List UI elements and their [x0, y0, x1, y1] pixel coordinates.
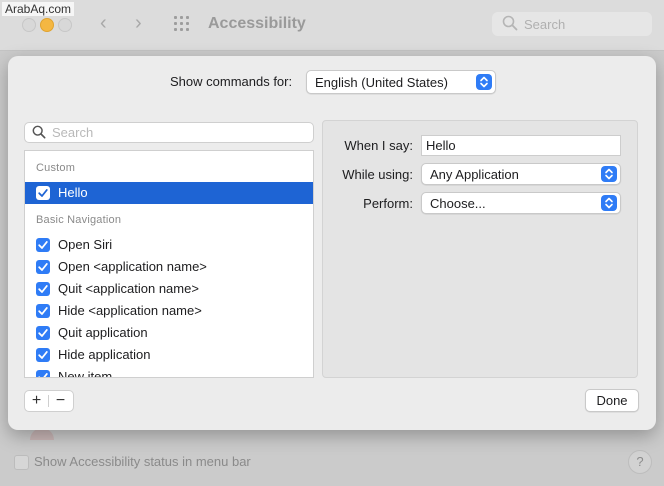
list-item-label: Open <application name> [58, 259, 207, 274]
when-i-say-input[interactable]: Hello [421, 135, 621, 156]
minimize-window-button[interactable] [40, 18, 54, 32]
list-item[interactable]: Hide application [25, 344, 313, 366]
grid-icon[interactable] [174, 16, 192, 34]
window-search-field[interactable]: Search [492, 12, 652, 36]
checkbox-checked-icon[interactable] [36, 260, 50, 274]
status-menu-checkbox[interactable] [14, 455, 29, 470]
commands-search-placeholder: Search [52, 125, 94, 140]
while-using-label: While using: [342, 167, 413, 182]
window-titlebar: ‹ › Accessibility Search [0, 0, 664, 51]
list-item-label: New item [58, 369, 113, 378]
list-item-label: Quit application [58, 325, 148, 340]
search-icon [32, 125, 46, 139]
command-detail-panel: When I say: Hello While using: Any Appli… [322, 120, 638, 378]
checkbox-checked-icon[interactable] [36, 186, 50, 200]
while-using-select[interactable]: Any Application [421, 163, 621, 185]
add-remove-control: + − [24, 390, 74, 412]
checkbox-checked-icon[interactable] [36, 370, 50, 377]
commands-search-input[interactable]: Search [24, 122, 314, 143]
chevron-right-icon[interactable]: › [135, 12, 142, 35]
list-item-label: Hello [58, 185, 88, 200]
checkbox-checked-icon[interactable] [36, 282, 50, 296]
list-item-label: Quit <application name> [58, 281, 199, 296]
list-item[interactable]: Open <application name> [25, 256, 313, 278]
list-item[interactable]: Open Siri [25, 234, 313, 256]
checkbox-checked-icon[interactable] [36, 304, 50, 318]
watermark: ArabAq.com [2, 2, 75, 16]
list-item-label: Open Siri [58, 237, 113, 252]
voice-commands-sheet: Show commands for: English (United State… [8, 56, 656, 430]
done-button[interactable]: Done [585, 389, 639, 412]
group-header-basic-navigation: Basic Navigation [36, 214, 122, 226]
help-button[interactable]: ? [628, 450, 652, 474]
list-item[interactable]: Quit application [25, 322, 313, 344]
window-title: Accessibility [208, 15, 306, 32]
up-down-chevron-icon [601, 195, 617, 211]
list-item[interactable]: Hide <application name> [25, 300, 313, 322]
language-select[interactable]: English (United States) [306, 70, 496, 94]
show-commands-label: Show commands for: [170, 74, 293, 89]
when-i-say-label: When I say: [344, 138, 413, 153]
list-item[interactable]: Quit <application name> [25, 278, 313, 300]
perform-select[interactable]: Choose... [421, 192, 621, 214]
group-header-custom: Custom [36, 162, 76, 174]
list-item-label: Hide <application name> [58, 303, 202, 318]
status-menu-label: Show Accessibility status in menu bar [34, 454, 251, 469]
remove-command-button[interactable]: − [49, 391, 72, 411]
list-item-hello[interactable]: Hello [25, 182, 313, 204]
list-item[interactable]: New item [25, 366, 313, 378]
add-command-button[interactable]: + [25, 391, 48, 411]
checkbox-checked-icon[interactable] [36, 326, 50, 340]
zoom-window-button[interactable] [58, 18, 72, 32]
language-select-value: English (United States) [315, 75, 448, 90]
commands-list[interactable]: Custom Hello Basic Navigation Open Siri … [24, 150, 314, 378]
when-i-say-value: Hello [426, 138, 456, 153]
close-window-button[interactable] [22, 18, 36, 32]
up-down-chevron-icon [476, 74, 492, 90]
chevron-left-icon[interactable]: ‹ [100, 12, 107, 35]
up-down-chevron-icon [601, 166, 617, 182]
perform-value: Choose... [430, 196, 486, 211]
list-item-label: Hide application [58, 347, 151, 362]
checkbox-checked-icon[interactable] [36, 238, 50, 252]
window-search-placeholder: Search [524, 17, 566, 32]
while-using-value: Any Application [430, 167, 519, 182]
checkbox-checked-icon[interactable] [36, 348, 50, 362]
search-icon [502, 15, 518, 31]
perform-label: Perform: [363, 196, 413, 211]
